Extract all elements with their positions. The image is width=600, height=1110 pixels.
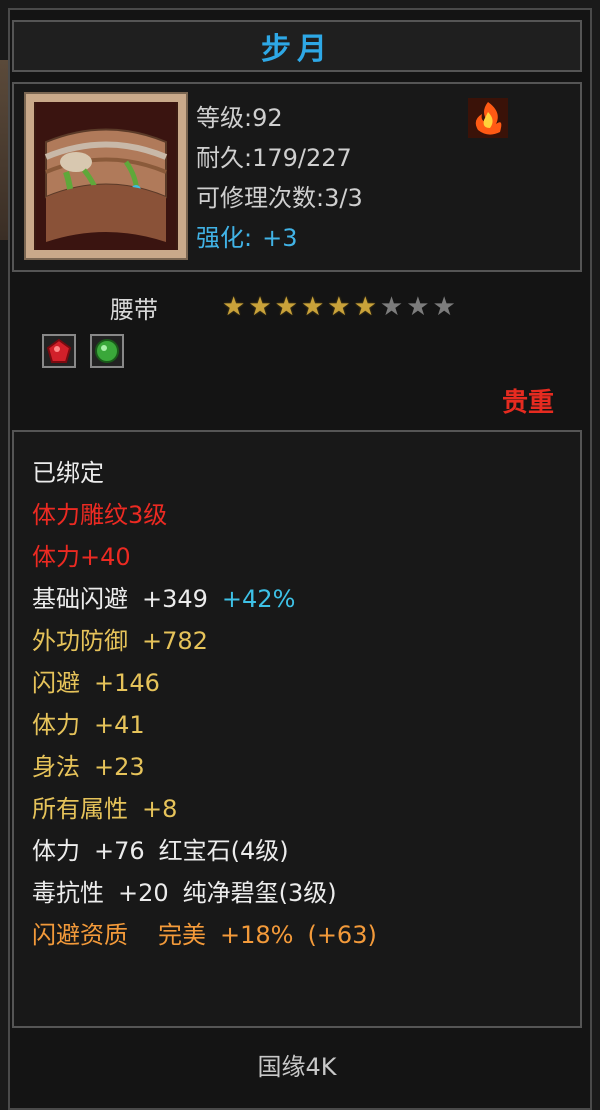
title-bar: 步月 [12, 20, 582, 72]
jade-gem-icon[interactable] [90, 334, 124, 368]
durability-row: 耐久:179/227 [196, 138, 363, 178]
level-row: 等级:92 [196, 98, 363, 138]
star-icon: ★ [379, 292, 404, 322]
quality-row: 闪避资质 完美 +18% (+63) [32, 914, 377, 956]
belt-icon [34, 102, 178, 250]
base-dodge-row: 基础闪避 +349 +42% [32, 578, 377, 620]
quality-value: +18% [220, 921, 294, 949]
star-icon: ★ [432, 292, 456, 322]
durability-value: 179/227 [252, 144, 352, 172]
gem2-row: 毒抗性 +20 纯净碧玺(3级) [32, 872, 377, 914]
gem2-label: 毒抗性 [32, 879, 104, 907]
item-stats: 等级:92 耐久:179/227 可修理次数:3/3 强化: +3 [196, 98, 363, 258]
dodge-value: +146 [94, 669, 160, 697]
item-icon-frame[interactable] [24, 92, 188, 260]
star-rating: ★ ★ ★ ★ ★ ★ ★ ★ ★ [222, 294, 456, 320]
gem1-row: 体力 +76 红宝石(4级) [32, 830, 377, 872]
enhance-label: 强化: [196, 224, 253, 252]
server-name: 国缘4K [257, 1052, 337, 1081]
level-label: 等级: [196, 104, 253, 132]
engraving-bonus: 体力+40 [32, 543, 131, 571]
bound-status: 已绑定 [32, 459, 104, 487]
star-icon: ★ [300, 292, 325, 322]
star-icon: ★ [353, 292, 377, 322]
enhance-value: +3 [262, 224, 298, 252]
gem1-label: 体力 [32, 837, 80, 865]
attribute-list: 已绑定 体力雕纹3级 体力+40 基础闪避 +349 +42% 外功防御 +782 闪… [32, 452, 377, 956]
durability-label: 耐久: [196, 144, 253, 172]
dodge-label: 闪避 [32, 669, 80, 697]
quality-grade: 完美 [158, 921, 206, 949]
outer-def-row: 外功防御 +782 [32, 620, 377, 662]
all-attributes-label: 所有属性 [32, 795, 128, 823]
gem2-name: 纯净碧玺(3级) [182, 879, 337, 907]
agility-row: 身法 +23 [32, 746, 377, 788]
quality-label: 闪避资质 [32, 921, 128, 949]
side-strip [0, 60, 8, 240]
engraving: 体力雕纹3级 [32, 501, 168, 529]
quality-bonus: (+63) [307, 921, 377, 949]
gem1-value: +76 [94, 837, 145, 865]
star-icon: ★ [327, 292, 351, 322]
enhance-row: 强化: +3 [196, 218, 363, 258]
agility-label: 身法 [32, 753, 80, 781]
outer-def-value: +782 [142, 627, 208, 655]
outer-def-label: 外功防御 [32, 627, 128, 655]
repair-label: 可修理次数: [196, 184, 325, 212]
vitality-label: 体力 [32, 711, 80, 739]
dodge-row: 闪避 +146 [32, 662, 377, 704]
vitality-value: +41 [94, 711, 145, 739]
repair-row: 可修理次数:3/3 [196, 178, 363, 218]
item-grade: 贵重 [501, 388, 554, 418]
vitality-row: 体力 +41 [32, 704, 377, 746]
item-type: 腰带 [110, 296, 158, 324]
item-type-row: 腰带 ★ ★ ★ ★ ★ ★ ★ ★ ★ 贵重 [12, 282, 582, 422]
item-info-panel: 等级:92 耐久:179/227 可修理次数:3/3 强化: +3 [12, 82, 582, 272]
ruby-gem-icon[interactable] [42, 334, 76, 368]
agility-value: +23 [94, 753, 145, 781]
star-icon: ★ [248, 292, 272, 322]
star-icon: ★ [406, 292, 430, 322]
star-icon: ★ [222, 292, 246, 322]
base-dodge-pct: +42% [221, 585, 296, 613]
repair-value: 3/3 [324, 184, 363, 212]
attributes-panel: 已绑定 体力雕纹3级 体力+40 基础闪避 +349 +42% 外功防御 +782 闪… [12, 430, 582, 1028]
item-name: 步月 [261, 32, 333, 67]
all-attributes-value: +8 [142, 795, 178, 823]
level-value: 92 [252, 104, 283, 132]
all-attributes-row: 所有属性 +8 [32, 788, 377, 830]
gem1-name: 红宝石(4级) [158, 837, 289, 865]
base-dodge-label: 基础闪避 [32, 585, 128, 613]
gem2-value: +20 [118, 879, 169, 907]
footer: 国缘4K [12, 1036, 582, 1092]
fire-element-icon [468, 98, 508, 138]
star-icon: ★ [274, 292, 298, 322]
base-dodge-value: +349 [142, 585, 208, 613]
